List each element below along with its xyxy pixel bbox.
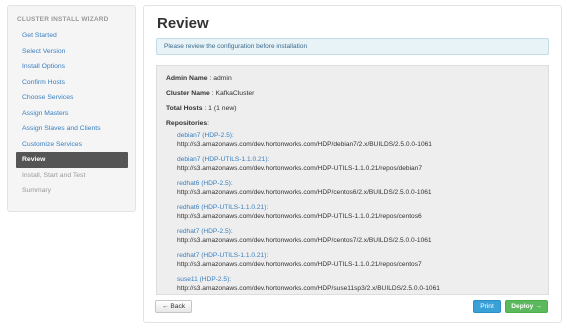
wizard-sidebar: CLUSTER INSTALL WIZARD Get Started Selec… (7, 5, 136, 212)
repo-url: http://s3.amazonaws.com/dev.hortonworks.… (177, 237, 432, 244)
step-assign-slaves-clients[interactable]: Assign Slaves and Clients (16, 121, 128, 137)
repo-item: redhat7 (HDP-2.5): http://s3.amazonaws.c… (177, 227, 432, 245)
repo-name: redhat6 (HDP-UTILS-1.1.0.21): (177, 204, 269, 211)
repo-url: http://s3.amazonaws.com/dev.hortonworks.… (177, 261, 422, 268)
step-customize-services[interactable]: Customize Services (16, 137, 128, 153)
page-title: Review (157, 15, 209, 32)
total-hosts-label: Total Hosts (166, 105, 203, 112)
step-review[interactable]: Review (16, 152, 128, 168)
print-button[interactable]: Print (473, 300, 501, 313)
step-get-started[interactable]: Get Started (16, 28, 128, 44)
back-button[interactable]: ← Back (155, 300, 192, 313)
repo-item: debian7 (HDP-UTILS-1.1.0.21): http://s3.… (177, 155, 422, 173)
review-summary[interactable]: Admin Name : admin Cluster Name : KafkaC… (156, 65, 549, 295)
cluster-name-label: Cluster Name (166, 90, 210, 97)
total-hosts-value: : 1 (1 new) (204, 105, 237, 112)
repo-url: http://s3.amazonaws.com/dev.hortonworks.… (177, 213, 422, 220)
step-install-options[interactable]: Install Options (16, 59, 128, 75)
repo-name: redhat7 (HDP-UTILS-1.1.0.21): (177, 252, 269, 259)
admin-name-label: Admin Name (166, 75, 208, 82)
repo-item: debian7 (HDP-2.5): http://s3.amazonaws.c… (177, 131, 432, 149)
wizard-title: CLUSTER INSTALL WIZARD (17, 16, 109, 23)
wizard-steps: Get Started Select Version Install Optio… (16, 28, 128, 199)
main-panel: Review Please review the configuration b… (143, 5, 562, 323)
total-hosts-row: Total Hosts : 1 (1 new) (166, 105, 237, 112)
admin-name-value: : admin (209, 75, 232, 82)
repo-url: http://s3.amazonaws.com/dev.hortonworks.… (177, 285, 440, 292)
repo-item: redhat7 (HDP-UTILS-1.1.0.21): http://s3.… (177, 251, 422, 269)
cluster-name-value: : KafkaCluster (211, 90, 255, 97)
step-select-version[interactable]: Select Version (16, 44, 128, 60)
deploy-button[interactable]: Deploy → (505, 300, 548, 313)
repositories-label: Repositories (166, 120, 208, 127)
repo-item: suse11 (HDP-2.5): http://s3.amazonaws.co… (177, 275, 440, 293)
repo-name: debian7 (HDP-2.5): (177, 132, 234, 139)
repo-name: redhat7 (HDP-2.5): (177, 228, 233, 235)
repo-name: debian7 (HDP-UTILS-1.1.0.21): (177, 156, 270, 163)
step-assign-masters[interactable]: Assign Masters (16, 106, 128, 122)
repo-name: suse11 (HDP-2.5): (177, 276, 232, 283)
step-confirm-hosts[interactable]: Confirm Hosts (16, 75, 128, 91)
repo-item: redhat6 (HDP-UTILS-1.1.0.21): http://s3.… (177, 203, 422, 221)
admin-name-row: Admin Name : admin (166, 75, 232, 82)
repositories-row: Repositories: (166, 120, 209, 127)
repo-item: redhat6 (HDP-2.5): http://s3.amazonaws.c… (177, 179, 432, 197)
step-install-start-test: Install, Start and Test (22, 171, 86, 179)
step-choose-services[interactable]: Choose Services (16, 90, 128, 106)
repo-url: http://s3.amazonaws.com/dev.hortonworks.… (177, 141, 432, 148)
repo-url: http://s3.amazonaws.com/dev.hortonworks.… (177, 189, 432, 196)
step-summary: Summary (22, 187, 52, 194)
info-alert: Please review the configuration before i… (156, 38, 549, 55)
repositories-colon: : (207, 120, 210, 127)
cluster-name-row: Cluster Name : KafkaCluster (166, 90, 254, 97)
repo-url: http://s3.amazonaws.com/dev.hortonworks.… (177, 165, 423, 172)
repo-name: redhat6 (HDP-2.5): (177, 180, 233, 187)
